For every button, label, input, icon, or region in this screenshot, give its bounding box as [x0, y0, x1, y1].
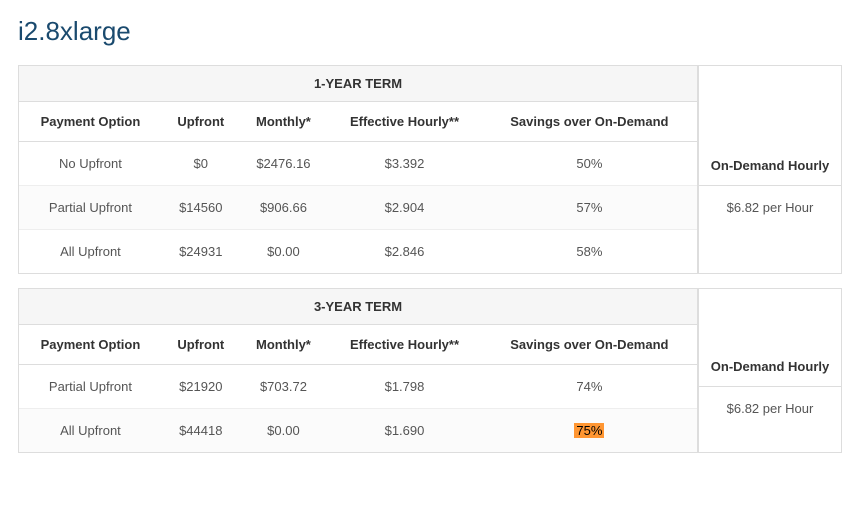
table-row: Partial Upfront $14560 $906.66 $2.904 57… — [19, 186, 697, 230]
cell-savings: 58% — [482, 230, 697, 274]
cell-savings: 75% — [482, 409, 697, 453]
cell-payment-option: Partial Upfront — [19, 365, 162, 409]
col-payment-option: Payment Option — [19, 325, 162, 365]
col-payment-option: Payment Option — [19, 102, 162, 142]
cell-savings: 50% — [482, 142, 697, 186]
cell-on-demand-hourly: $6.82 per Hour — [699, 387, 841, 430]
cell-payment-option: Partial Upfront — [19, 186, 162, 230]
term-header: 3-YEAR TERM — [19, 289, 697, 325]
col-upfront: Upfront — [162, 102, 240, 142]
col-monthly: Monthly* — [240, 325, 328, 365]
table-row: No Upfront $0 $2476.16 $3.392 50% — [19, 142, 697, 186]
table-row: All Upfront $44418 $0.00 $1.690 75% — [19, 409, 697, 453]
cell-upfront: $24931 — [162, 230, 240, 274]
cell-upfront: $44418 — [162, 409, 240, 453]
table-row: All Upfront $24931 $0.00 $2.846 58% — [19, 230, 697, 274]
cell-monthly: $0.00 — [240, 409, 328, 453]
pricing-outer-table: 3-YEAR TERM Payment Option Upfront Month… — [18, 288, 842, 453]
cell-savings: 57% — [482, 186, 697, 230]
term-block-3year: 3-YEAR TERM Payment Option Upfront Month… — [18, 288, 842, 453]
cell-effective-hourly: $1.798 — [327, 365, 482, 409]
term-block-1year: 1-YEAR TERM Payment Option Upfront Month… — [18, 65, 842, 274]
term-header: 1-YEAR TERM — [19, 66, 697, 102]
cell-effective-hourly: $2.846 — [327, 230, 482, 274]
cell-monthly: $0.00 — [240, 230, 328, 274]
cell-monthly: $906.66 — [240, 186, 328, 230]
pricing-table-3year: Payment Option Upfront Monthly* Effectiv… — [19, 325, 697, 452]
col-monthly: Monthly* — [240, 102, 328, 142]
col-on-demand-hourly: On-Demand Hourly — [699, 146, 841, 186]
cell-payment-option: All Upfront — [19, 409, 162, 453]
col-effective-hourly: Effective Hourly** — [327, 102, 482, 142]
cell-monthly: $2476.16 — [240, 142, 328, 186]
cell-effective-hourly: $1.690 — [327, 409, 482, 453]
cell-payment-option: No Upfront — [19, 142, 162, 186]
cell-upfront: $14560 — [162, 186, 240, 230]
cell-monthly: $703.72 — [240, 365, 328, 409]
col-savings: Savings over On-Demand — [482, 102, 697, 142]
pricing-table-1year: Payment Option Upfront Monthly* Effectiv… — [19, 102, 697, 273]
col-savings: Savings over On-Demand — [482, 325, 697, 365]
cell-effective-hourly: $2.904 — [327, 186, 482, 230]
pricing-outer-table: 1-YEAR TERM Payment Option Upfront Month… — [18, 65, 842, 274]
col-upfront: Upfront — [162, 325, 240, 365]
cell-on-demand-hourly: $6.82 per Hour — [699, 186, 841, 229]
col-effective-hourly: Effective Hourly** — [327, 325, 482, 365]
cell-effective-hourly: $3.392 — [327, 142, 482, 186]
cell-upfront: $21920 — [162, 365, 240, 409]
page-title: i2.8xlarge — [18, 16, 842, 47]
cell-upfront: $0 — [162, 142, 240, 186]
highlighted-savings: 75% — [574, 423, 604, 438]
table-row: Partial Upfront $21920 $703.72 $1.798 74… — [19, 365, 697, 409]
cell-payment-option: All Upfront — [19, 230, 162, 274]
cell-savings: 74% — [482, 365, 697, 409]
col-on-demand-hourly: On-Demand Hourly — [699, 347, 841, 387]
